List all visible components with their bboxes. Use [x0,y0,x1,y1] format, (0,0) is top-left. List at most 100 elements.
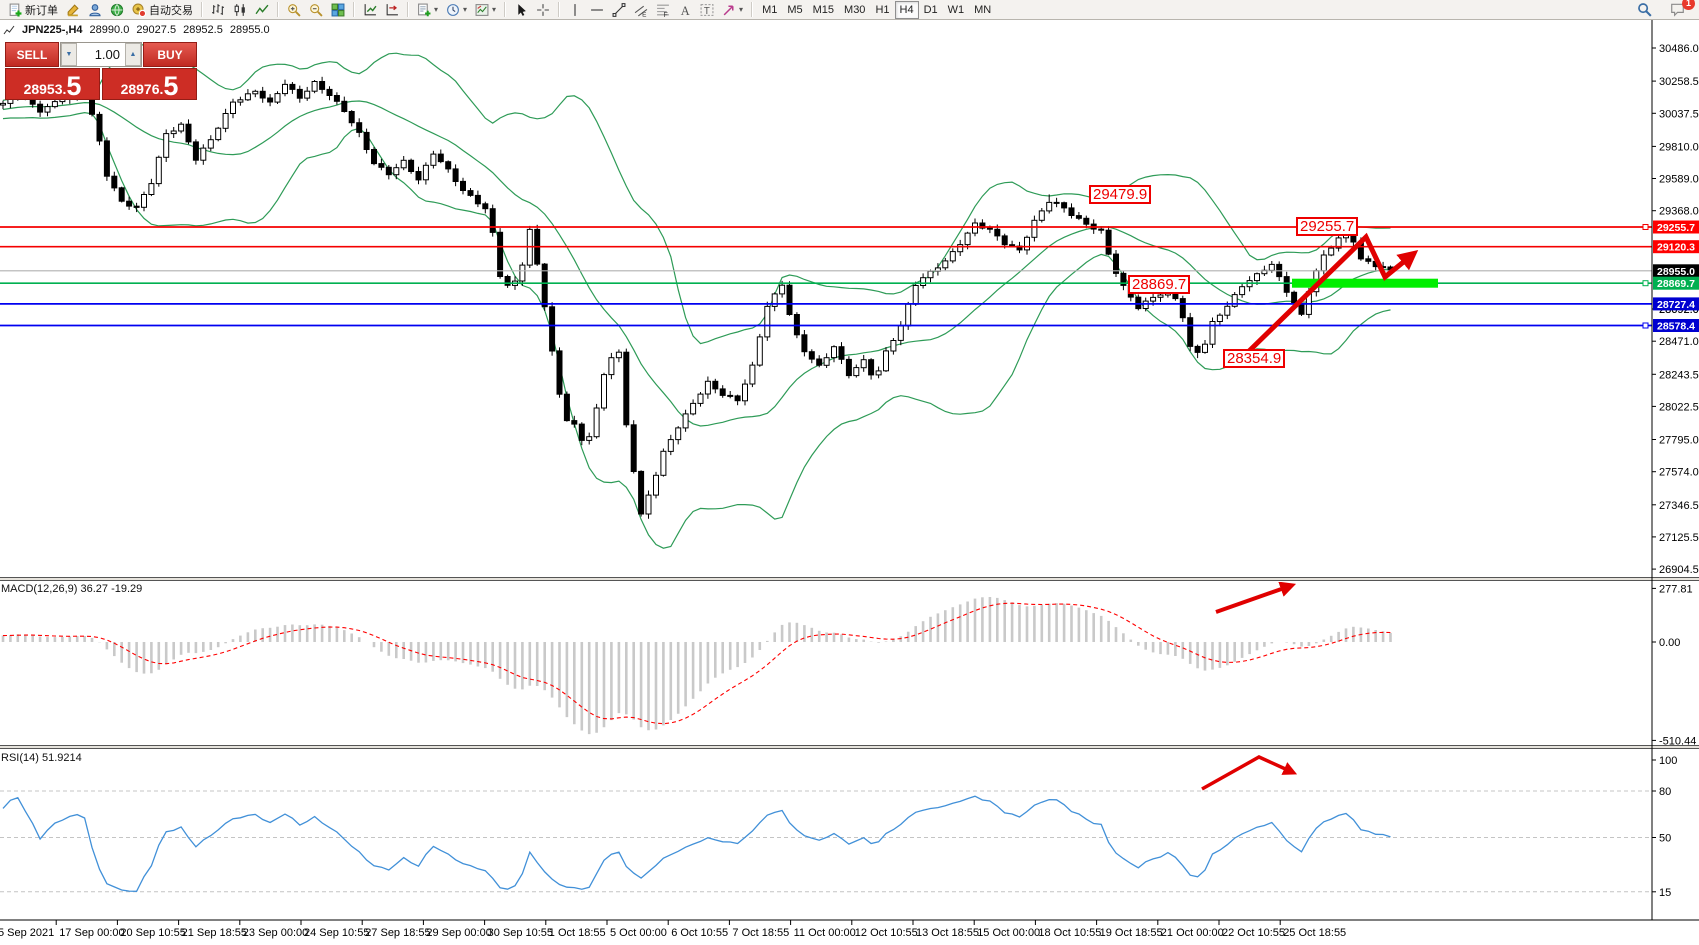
equidistant-channel-button[interactable]: E [630,0,652,20]
buy-price-display[interactable]: 28976.5 [102,68,197,100]
timeframe-w1-button[interactable]: W1 [943,1,970,19]
tile-windows-button[interactable] [327,0,349,20]
profit-chart-button[interactable] [359,0,381,20]
timeframe-m1-button[interactable]: M1 [757,1,782,19]
price-annotation-29479.9[interactable]: 29479.9 [1089,185,1151,204]
price-annotation-29255.7[interactable]: 29255.7 [1296,217,1358,236]
macd-name: MACD(12,26,9) [1,583,77,595]
buy-price-main: 28976 [121,82,160,97]
shift-chart-button[interactable] [381,0,403,20]
timeframe-m15-button[interactable]: M15 [808,1,839,19]
period-icon [446,3,460,17]
svg-text:13 Oct 18:55: 13 Oct 18:55 [916,927,979,939]
horizontal-line-button[interactable] [586,0,608,20]
zoom-out-icon [309,3,323,17]
svg-text:15: 15 [1659,887,1671,899]
sell-button[interactable]: SELL [5,42,59,67]
sell-price-pip: 5 [66,75,81,97]
template-button[interactable]: ▾ [471,0,500,20]
toolbar-separator [751,2,753,17]
new-order-button[interactable]: 新订单 [4,0,62,20]
ohlc-open: 28990.0 [90,24,130,36]
line-handle[interactable] [1643,323,1648,328]
toolbar: 新订单自动交易▾▾▾EFAT▾M1M5M15M30H1H4D1W1MN1 [0,0,1699,20]
timeframe-h4-button[interactable]: H4 [895,1,919,19]
horizontal-line-icon [590,3,604,17]
autotrading-icon [132,3,146,17]
svg-text:12 Oct 10:55: 12 Oct 10:55 [855,927,918,939]
svg-text:6 Oct 10:55: 6 Oct 10:55 [671,927,728,939]
svg-text:17 Sep 00:00: 17 Sep 00:00 [59,927,124,939]
timeframe-mn-button[interactable]: MN [969,1,996,19]
profile-icon [88,3,102,17]
svg-text:30037.5: 30037.5 [1659,108,1699,120]
search-icon [1637,2,1652,17]
svg-text:30 Sep 10:55: 30 Sep 10:55 [488,927,553,939]
zoom-in-button[interactable] [283,0,305,20]
shapes-icon [722,3,736,17]
market-watch-button[interactable] [106,0,128,20]
line-handle[interactable] [1643,225,1648,230]
svg-text:50: 50 [1659,833,1671,845]
timeframe-m5-button[interactable]: M5 [782,1,807,19]
text-label-button[interactable]: T [696,0,718,20]
toolbar-separator [407,2,409,17]
notification-badge: 1 [1682,0,1695,10]
bar-chart-icon [211,3,225,17]
svg-text:21 Oct 00:00: 21 Oct 00:00 [1161,927,1224,939]
svg-text:20 Sep 10:55: 20 Sep 10:55 [120,927,185,939]
svg-text:28955.0: 28955.0 [1657,266,1695,278]
autotrading-button[interactable]: 自动交易 [128,0,197,20]
fibonacci-button[interactable]: F [652,0,674,20]
volume-increase-button[interactable]: ▲ [125,43,141,66]
add-indicator-button[interactable]: ▾ [413,0,442,20]
crosshair-icon [536,3,550,17]
line-handle[interactable] [1643,281,1648,286]
svg-text:5 Oct 00:00: 5 Oct 00:00 [610,927,667,939]
svg-text:29255.7: 29255.7 [1657,222,1695,234]
buy-button[interactable]: BUY [143,42,197,67]
cursor-button[interactable] [510,0,532,20]
svg-text:5 Sep 2021: 5 Sep 2021 [0,927,54,939]
timeframe-m30-button[interactable]: M30 [839,1,870,19]
volume-input[interactable] [77,43,125,66]
shapes-button[interactable]: ▾ [718,0,747,20]
search-button[interactable] [1633,0,1656,20]
svg-text:28578.4: 28578.4 [1657,321,1695,333]
toolbar-separator [558,2,560,17]
ohlc-high: 29027.5 [136,24,176,36]
svg-text:-510.44: -510.44 [1659,735,1696,747]
svg-text:22 Oct 10:55: 22 Oct 10:55 [1222,927,1285,939]
highlighter-button[interactable] [62,0,84,20]
macd-signal-value: -19.29 [111,583,142,595]
svg-text:28022.5: 28022.5 [1659,401,1699,413]
candlestick-chart-icon [233,3,247,17]
svg-text:19 Oct 18:55: 19 Oct 18:55 [1100,927,1163,939]
svg-text:11 Oct 00:00: 11 Oct 00:00 [794,927,856,939]
price-annotation-28354.9[interactable]: 28354.9 [1223,349,1285,368]
timeframe-h1-button[interactable]: H1 [870,1,894,19]
text-button[interactable]: A [674,0,696,20]
trendline-button[interactable] [608,0,630,20]
line-chart-button[interactable] [251,0,273,20]
vertical-line-button[interactable] [564,0,586,20]
svg-text:30258.5: 30258.5 [1659,76,1699,88]
chat-button[interactable]: 1 [1666,0,1689,20]
bar-chart-button[interactable] [207,0,229,20]
price-annotation-28869.7[interactable]: 28869.7 [1128,275,1190,294]
volume-decrease-button[interactable]: ▼ [61,43,77,66]
svg-text:27574.0: 27574.0 [1659,467,1699,479]
profile-button[interactable] [84,0,106,20]
zoom-out-button[interactable] [305,0,327,20]
crosshair-button[interactable] [532,0,554,20]
one-click-trading-panel: SELL ▼ ▲ BUY 28953.5 28976.5 [5,42,197,100]
line-chart-icon [255,3,269,17]
macd-value: 36.27 [80,583,108,595]
period-button[interactable]: ▾ [442,0,471,20]
timeframe-d1-button[interactable]: D1 [919,1,943,19]
svg-text:29120.3: 29120.3 [1657,242,1695,254]
vertical-line-icon [568,3,582,17]
sell-price-display[interactable]: 28953.5 [5,68,100,100]
candlestick-chart-button[interactable] [229,0,251,20]
svg-text:28869.7: 28869.7 [1657,278,1695,290]
